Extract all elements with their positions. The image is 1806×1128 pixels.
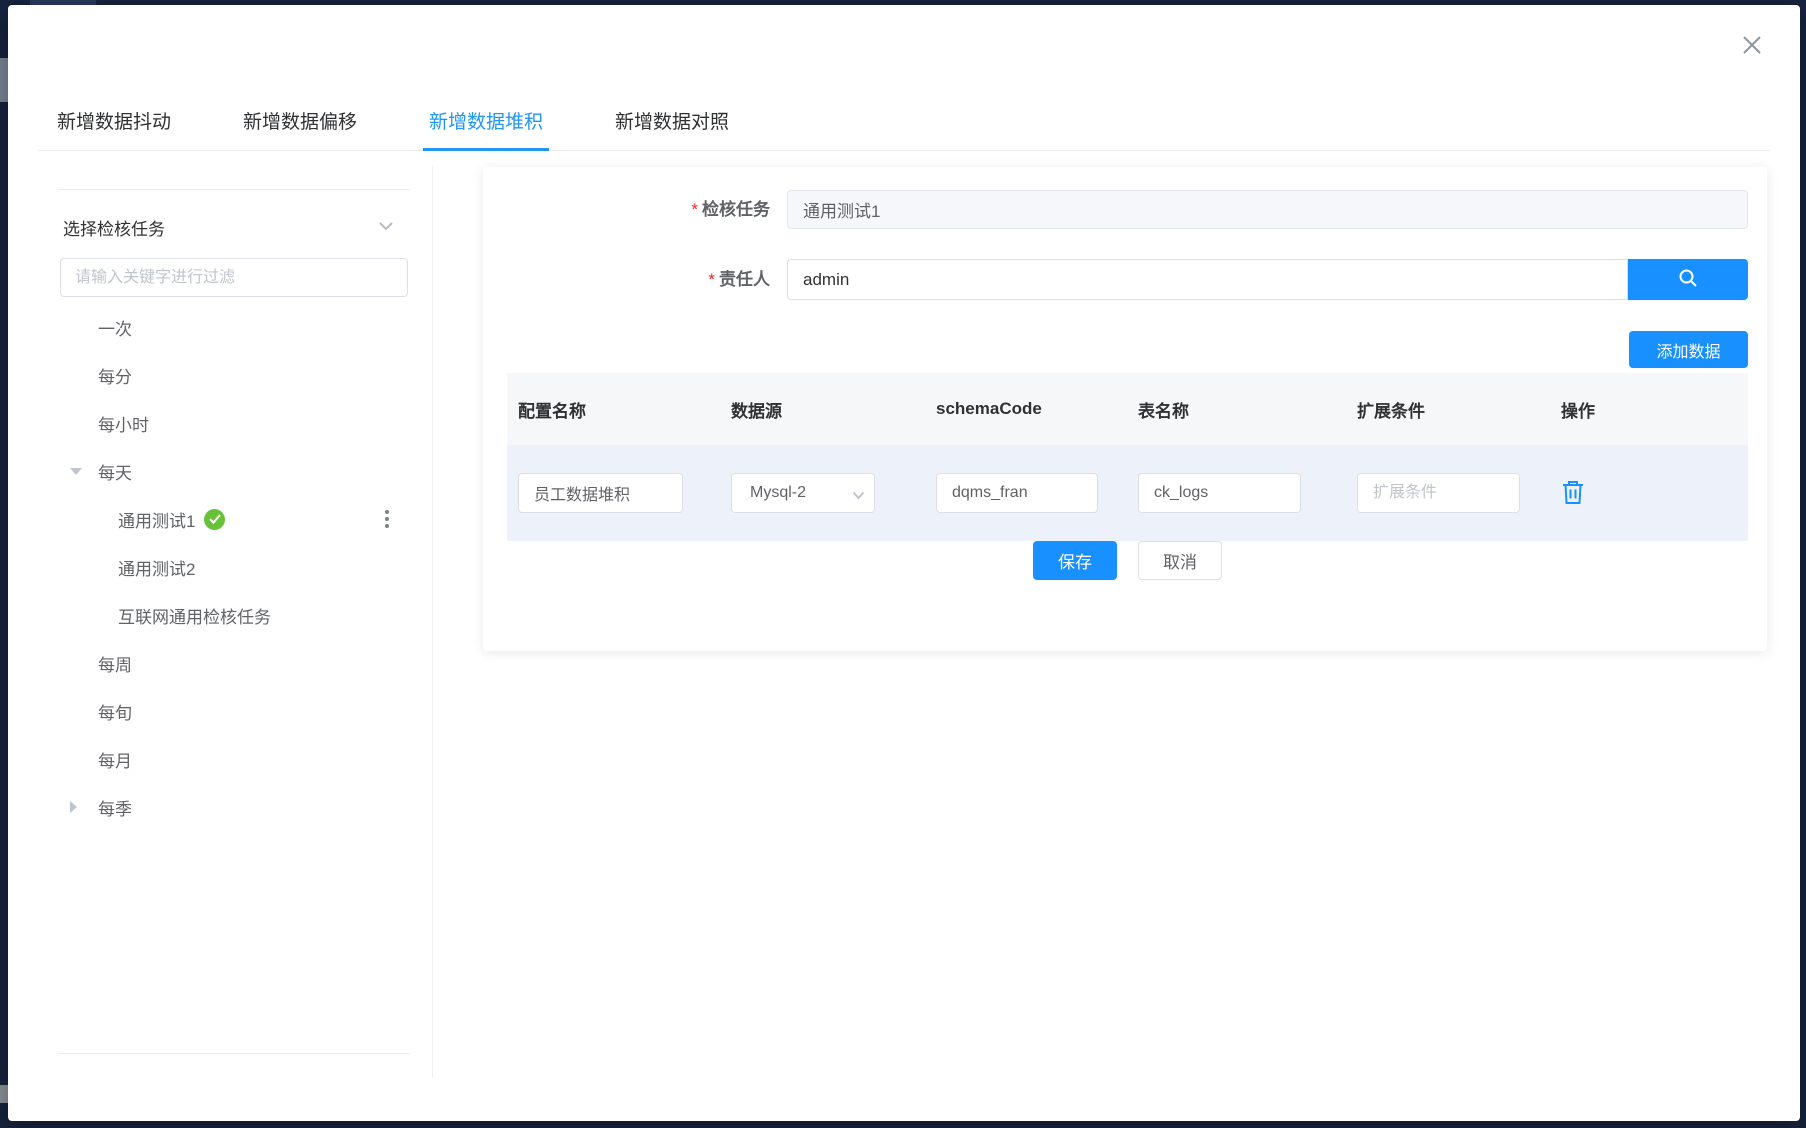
tab-new-data-comparison[interactable]: 新增数据对照 [613, 90, 731, 151]
search-icon [1678, 268, 1698, 291]
task-tree: 一次 每分 每小时 每天 通用测试1 通用测试2 互联网通用检核任务 每周 每旬… [8, 303, 432, 831]
chevron-down-icon [852, 487, 865, 505]
column-header-table-name: 表名称 [1138, 401, 1189, 421]
required-asterisk: * [691, 200, 698, 219]
trash-icon [1561, 479, 1585, 508]
owner-input[interactable] [787, 259, 1628, 300]
datasource-select-value: Mysql-2 [750, 484, 807, 501]
tab-bar: 新增数据抖动 新增数据偏移 新增数据堆积 新增数据对照 [8, 90, 1800, 151]
column-header-schemacode: schemaCode [936, 399, 1042, 418]
column-header-ext-condition: 扩展条件 [1357, 401, 1425, 421]
tree-item-daily[interactable]: 每天 [8, 447, 432, 495]
chevron-down-icon [378, 218, 394, 236]
close-icon [1740, 33, 1764, 62]
ext-condition-input[interactable] [1357, 473, 1520, 513]
tab-new-data-jitter[interactable]: 新增数据抖动 [55, 90, 173, 151]
tab-new-data-accumulation[interactable]: 新增数据堆积 [423, 90, 550, 151]
schema-code-input[interactable] [936, 473, 1098, 513]
caret-down-icon[interactable] [70, 468, 82, 475]
form-card: *检核任务 *责任人 添加数据 配置名称 数据源 schemaCode 表名称 … [483, 167, 1767, 651]
save-button[interactable]: 保存 [1033, 541, 1117, 580]
tree-filter-input[interactable] [60, 258, 408, 297]
task-field-label: * 检核任务 [691, 200, 770, 219]
sidebar-collapse-header[interactable]: 选择检核任务 [63, 212, 394, 242]
tree-item-once[interactable]: 一次 [8, 303, 432, 351]
owner-search-button[interactable] [1628, 259, 1748, 300]
tab-new-data-offset[interactable]: 新增数据偏移 [241, 90, 359, 151]
cancel-button[interactable]: 取消 [1138, 541, 1222, 580]
sidebar-title: 选择检核任务 [63, 219, 165, 239]
required-asterisk: * [708, 270, 715, 289]
delete-row-button[interactable] [1561, 478, 1591, 508]
tree-item-general-test-2[interactable]: 通用测试2 [8, 543, 432, 591]
column-header-datasource: 数据源 [731, 401, 782, 421]
owner-field-label: * 责任人 [708, 270, 770, 289]
tree-item-weekly[interactable]: 每周 [8, 639, 432, 687]
backdrop-app-sliver [0, 58, 8, 102]
table-header-row: 配置名称 数据源 schemaCode 表名称 扩展条件 操作 [507, 373, 1748, 445]
tree-item-every-ten-days[interactable]: 每旬 [8, 687, 432, 735]
table-row: Mysql-2 [507, 445, 1748, 541]
tree-item-hourly[interactable]: 每小时 [8, 399, 432, 447]
task-sidebar: 选择检核任务 一次 每分 每小时 每天 通用测试1 [8, 166, 433, 1078]
backdrop-app-sliver [0, 1085, 8, 1103]
task-name-input [787, 190, 1748, 229]
add-data-button[interactable]: 添加数据 [1629, 331, 1748, 368]
tree-item-every-minute[interactable]: 每分 [8, 351, 432, 399]
check-circle-icon [204, 508, 226, 530]
close-button[interactable] [1738, 33, 1766, 61]
kebab-menu-icon[interactable] [380, 509, 394, 529]
tree-item-general-test-1[interactable]: 通用测试1 [8, 495, 432, 543]
divider [58, 189, 410, 190]
column-header-config-name: 配置名称 [518, 401, 586, 421]
config-name-input[interactable] [518, 473, 683, 513]
dialog: 新增数据抖动 新增数据偏移 新增数据堆积 新增数据对照 选择检核任务 一次 每分… [8, 5, 1800, 1121]
caret-right-icon[interactable] [70, 801, 77, 813]
tree-item-monthly[interactable]: 每月 [8, 735, 432, 783]
table-name-input[interactable] [1138, 473, 1301, 513]
tree-item-internet-general-task[interactable]: 互联网通用检核任务 [8, 591, 432, 639]
divider [58, 1053, 410, 1054]
datasource-select[interactable]: Mysql-2 [731, 473, 875, 513]
column-header-actions: 操作 [1561, 401, 1595, 421]
tree-item-quarterly[interactable]: 每季 [8, 783, 432, 831]
